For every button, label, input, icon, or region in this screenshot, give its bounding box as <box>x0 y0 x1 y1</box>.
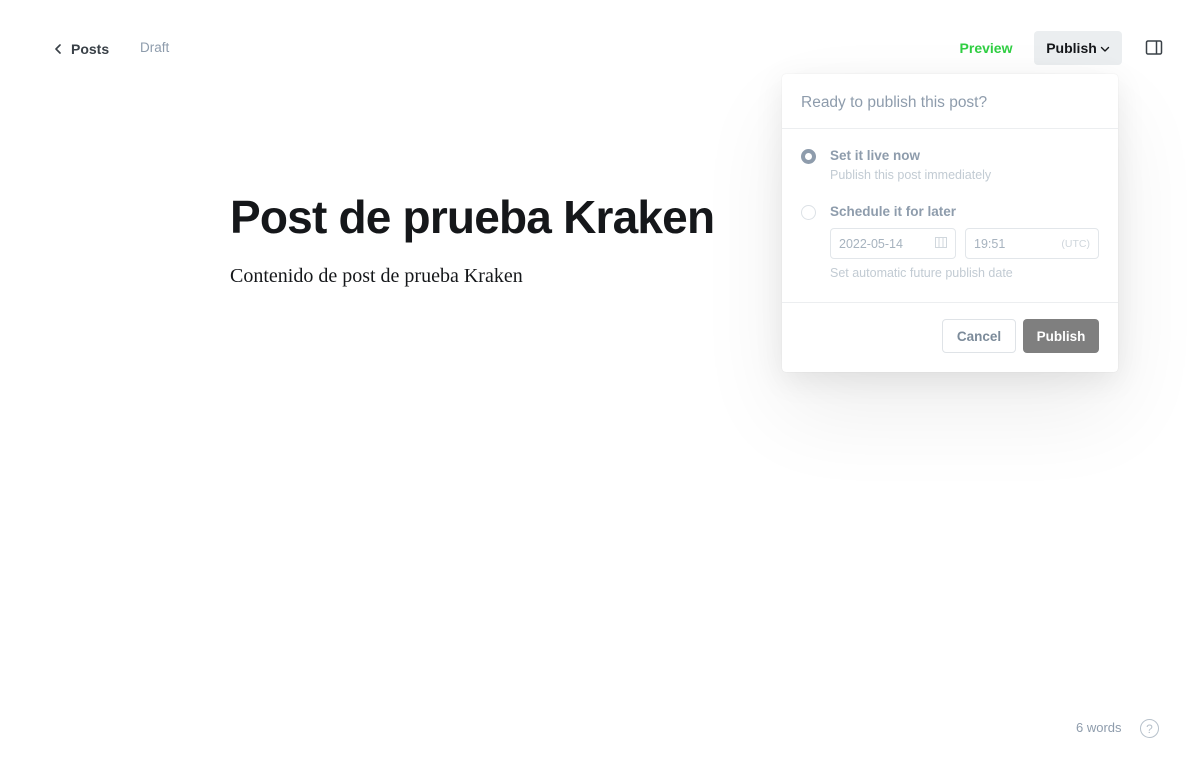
preview-button[interactable]: Preview <box>954 31 1018 65</box>
post-body-editor[interactable]: Contenido de post de prueba Kraken <box>230 265 523 288</box>
calendar-icon <box>935 236 947 251</box>
post-status: Draft <box>140 40 170 55</box>
publish-menu-trigger[interactable]: Publish <box>1034 31 1122 65</box>
timezone-label: (UTC) <box>1061 237 1090 250</box>
post-editor-page: Posts Draft Preview Publish Post de prue… <box>0 0 1200 776</box>
publish-now-radio[interactable] <box>801 149 816 164</box>
publish-trigger-label: Publish <box>1046 40 1097 56</box>
help-icon: ? <box>1146 721 1153 736</box>
publish-now-subtitle: Publish this post immediately <box>830 168 992 182</box>
help-button[interactable]: ? <box>1140 719 1159 738</box>
cancel-button[interactable]: Cancel <box>942 319 1016 353</box>
sidebar-toggle-icon[interactable] <box>1145 39 1163 57</box>
publish-now-title[interactable]: Set it live now <box>830 148 920 163</box>
post-title[interactable]: Post de prueba Kraken <box>230 190 715 244</box>
publish-dropdown: Ready to publish this post? Set it live … <box>782 74 1118 372</box>
schedule-time-input[interactable]: 19:51 (UTC) <box>965 228 1099 259</box>
publish-dropdown-footer: Cancel Publish <box>782 302 1118 372</box>
chevron-left-icon <box>54 44 62 54</box>
schedule-later-radio[interactable] <box>801 205 816 220</box>
word-count: 6 words <box>1076 720 1122 735</box>
schedule-time-value: 19:51 <box>974 236 1006 251</box>
schedule-date-input[interactable]: 2022-05-14 <box>830 228 956 259</box>
back-link-label: Posts <box>71 41 110 57</box>
publish-dropdown-heading: Ready to publish this post? <box>782 74 1118 129</box>
confirm-publish-button[interactable]: Publish <box>1023 319 1099 353</box>
schedule-date-value: 2022-05-14 <box>839 236 903 251</box>
schedule-later-title[interactable]: Schedule it for later <box>830 204 956 219</box>
schedule-later-subtitle: Set automatic future publish date <box>830 266 1013 280</box>
chevron-down-icon <box>1100 40 1110 56</box>
back-to-posts-link[interactable]: Posts <box>54 39 109 59</box>
